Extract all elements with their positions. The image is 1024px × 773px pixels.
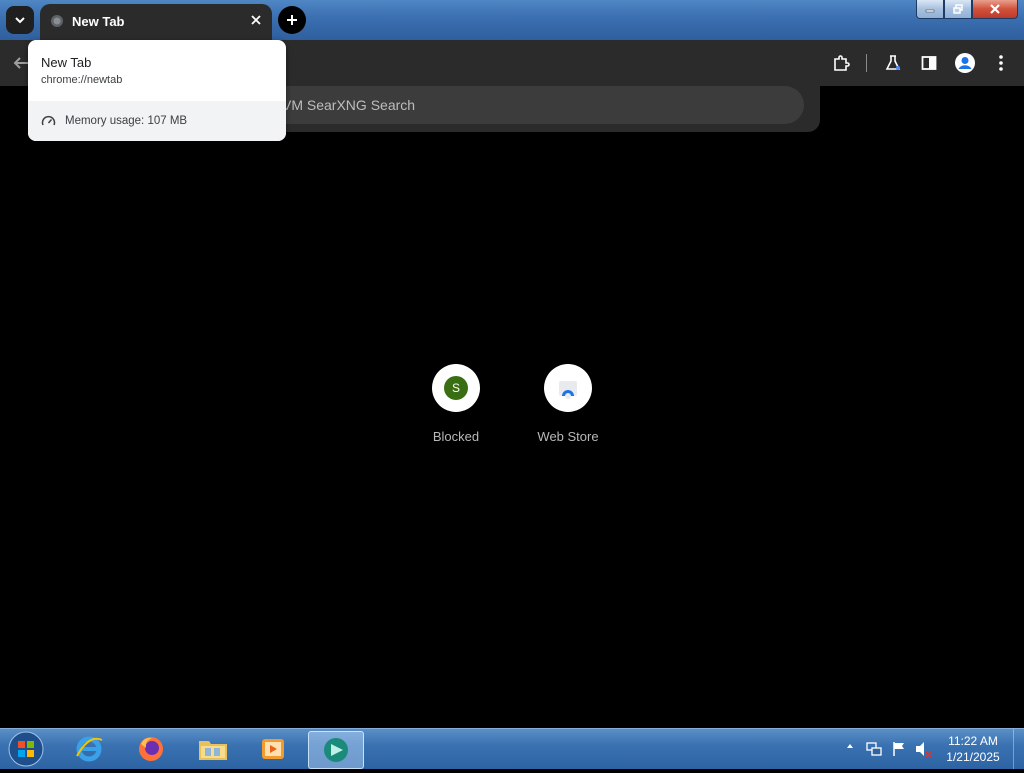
chevron-down-icon [15,17,25,24]
clock-time: 11:22 AM [948,734,998,748]
close-tab-icon[interactable] [250,14,262,26]
tab-title: New Tab [72,14,125,29]
media-player-icon [262,739,284,759]
action-center-flag-icon[interactable] [891,741,907,757]
tab-search-button[interactable] [6,6,34,34]
tab-hover-card: New Tab chrome://newtab Memory usage: 10… [28,40,286,141]
minimize-icon [925,9,935,13]
clock-date: 1/21/2025 [946,750,1000,764]
globe-icon [51,15,63,27]
shortcut-label: Blocked [432,429,480,444]
extensions-button[interactable] [830,52,852,74]
more-vertical-icon [999,55,1003,71]
restore-icon [953,4,963,14]
menu-button[interactable] [990,52,1012,74]
new-tab-button[interactable] [278,6,306,34]
taskbar-file-explorer[interactable] [186,731,240,767]
windows-logo-icon [8,731,44,767]
taskbar: 11:22 AM 1/21/2025 [0,728,1024,769]
taskbar-internet-explorer[interactable] [62,731,116,767]
close-window-button[interactable] [972,0,1018,19]
firefox-icon [139,737,163,761]
side-panel-button[interactable] [918,52,940,74]
shortcut-blocked[interactable]: S Blocked [400,364,512,454]
system-clock[interactable]: 11:22 AM 1/21/2025 [940,733,1006,765]
title-bar: New Tab [0,0,1024,40]
memory-gauge-icon [41,115,56,126]
site-letter-icon: S [444,376,468,400]
side-panel-icon [921,56,937,70]
window-controls [916,0,1018,20]
shortcut-icon [544,364,592,412]
shortcut-web-store[interactable]: Web Store [512,364,624,454]
taskbar-firefox[interactable] [124,731,178,767]
start-button[interactable] [6,730,46,768]
tab-new-tab[interactable]: New Tab [40,4,272,40]
hover-card-footer: Memory usage: 107 MB [28,101,286,141]
taskbar-media-player[interactable] [246,731,300,767]
puzzle-icon [834,55,850,71]
web-store-icon [559,381,577,399]
profile-button[interactable] [954,52,976,74]
show-hidden-icons-icon[interactable] [845,741,855,751]
plus-icon [287,15,297,25]
internet-explorer-icon [76,736,103,762]
folder-icon [199,741,227,760]
hover-card-title: New Tab [41,55,92,70]
hover-card-url: chrome://newtab [41,74,123,86]
search-input[interactable]: VM SearXNG Search [230,86,804,124]
flask-icon [885,55,901,70]
labs-button[interactable] [882,52,904,74]
show-desktop-button[interactable] [1013,729,1024,769]
search-placeholder: VM SearXNG Search [282,97,416,113]
memory-usage-text: Memory usage: 107 MB [65,115,188,127]
shortcut-label: Web Store [537,429,599,444]
toolbar-divider [866,54,867,72]
minimize-button[interactable] [916,0,944,19]
network-icon[interactable] [866,741,882,757]
browser-app-icon [324,738,348,762]
close-icon [990,4,1000,14]
shortcut-icon: S [432,364,480,412]
taskbar-active-browser[interactable] [308,731,364,769]
volume-muted-icon[interactable] [915,741,933,757]
avatar-icon [955,53,975,73]
restore-button[interactable] [944,0,972,19]
